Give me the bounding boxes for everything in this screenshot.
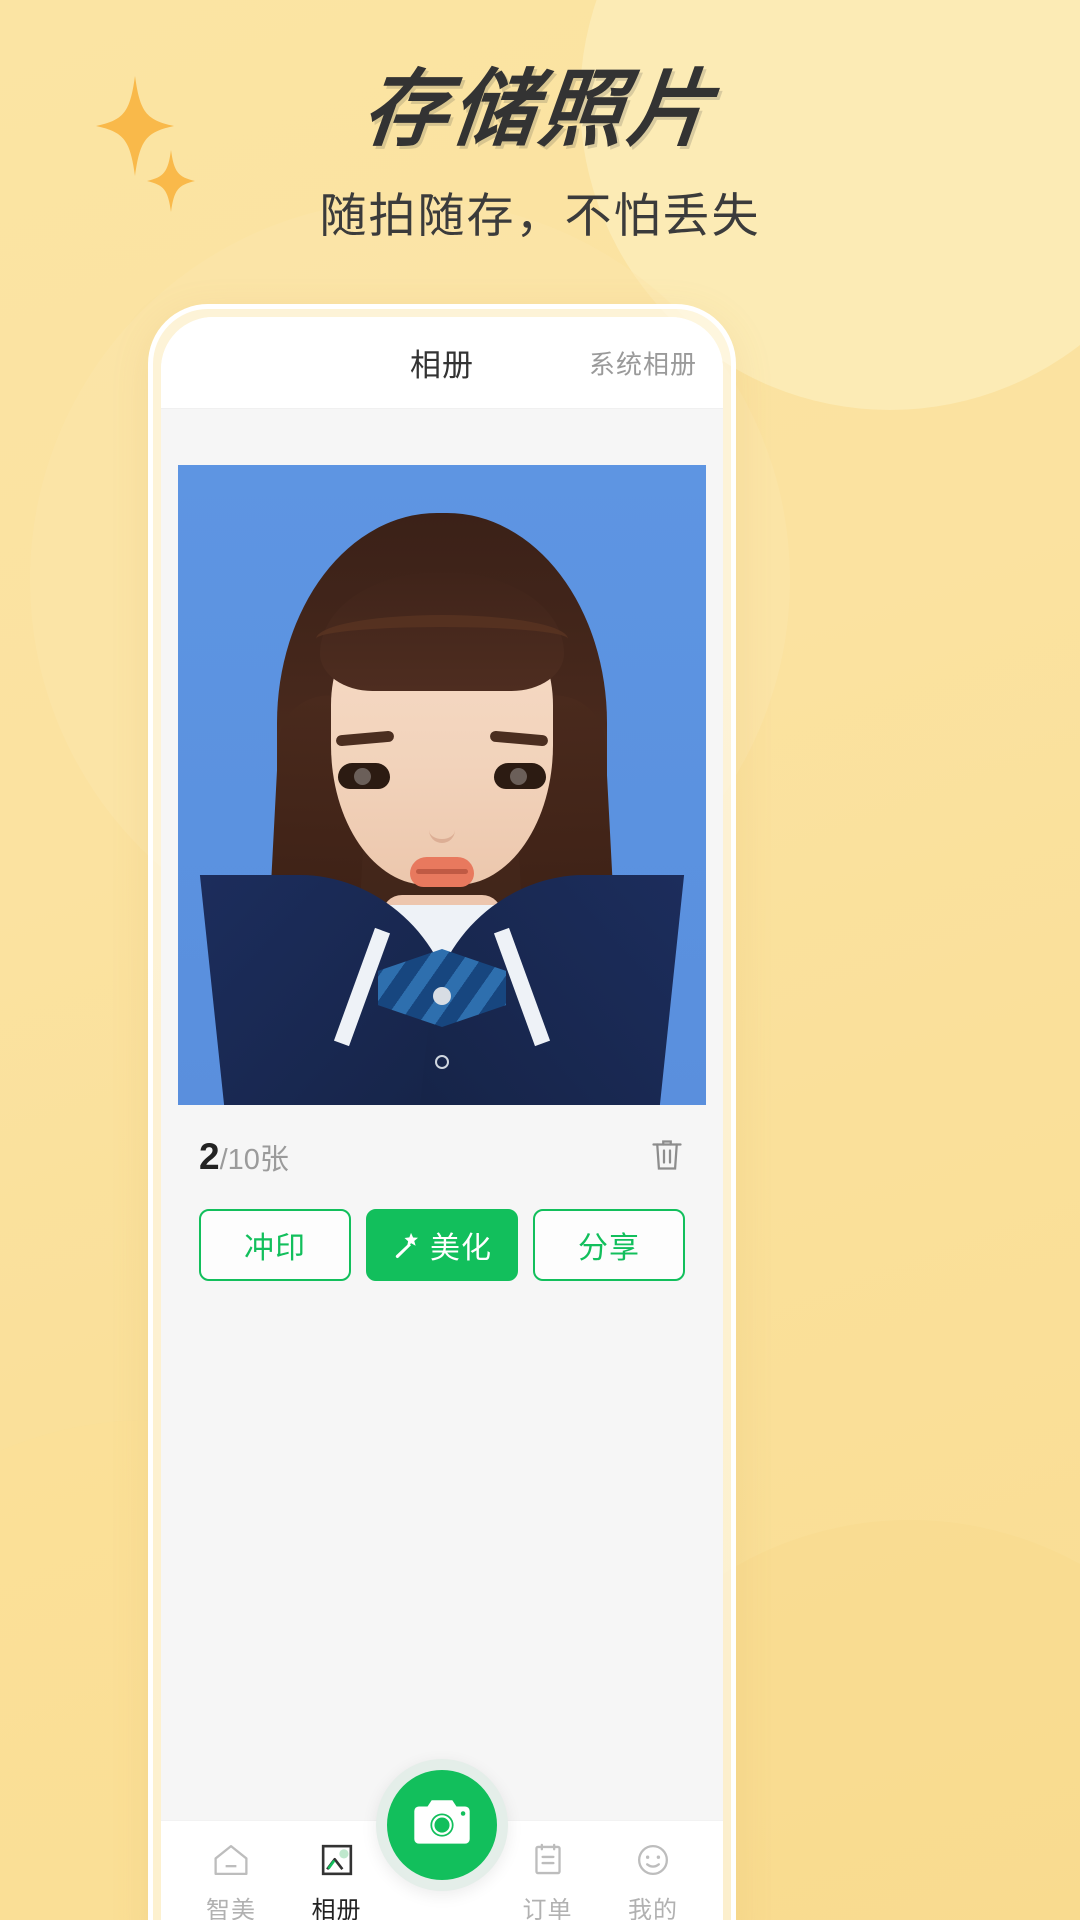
portrait-eye-left (338, 763, 390, 789)
photo-preview-area (163, 461, 721, 1109)
print-button-label: 冲印 (244, 1232, 306, 1265)
tab-mine-label: 我的 (628, 1897, 678, 1920)
beautify-button[interactable]: 美化 (366, 1209, 518, 1281)
share-button[interactable]: 分享 (533, 1209, 685, 1281)
tab-album-label: 相册 (311, 1897, 362, 1920)
system-album-link[interactable]: 系统相册 (589, 344, 697, 381)
magic-wand-icon (392, 1230, 422, 1260)
camera-button[interactable] (376, 1759, 508, 1891)
print-button[interactable]: 冲印 (199, 1209, 351, 1281)
smiley-user-icon (633, 1839, 673, 1881)
id-photo[interactable] (178, 465, 706, 1105)
portrait-tie-knot (433, 987, 451, 1005)
photo-icon (317, 1839, 357, 1881)
page-title: 存储照片 (358, 60, 722, 158)
order-list-icon (528, 1839, 568, 1881)
tab-album[interactable]: 相册 (285, 1839, 389, 1920)
portrait-nose (429, 813, 455, 843)
share-button-label: 分享 (578, 1232, 640, 1265)
trash-icon[interactable] (649, 1135, 685, 1180)
phone-screen: 相册 系统相册 2/10张 冲印 美化 分享 智美 相册 订单 我的 (161, 317, 723, 1920)
tab-zhimei-label: 智美 (206, 1897, 256, 1920)
home-icon (211, 1839, 251, 1881)
app-header: 相册 系统相册 (161, 317, 723, 409)
phone-mockup-frame: 相册 系统相册 2/10张 冲印 美化 分享 智美 相册 订单 我的 (148, 304, 736, 1920)
tab-mine[interactable]: 我的 (601, 1839, 705, 1920)
portrait-eye-right (494, 763, 546, 789)
photo-counter: 2/10张 (199, 1136, 289, 1178)
photo-action-buttons: 冲印 美化 分享 (163, 1205, 721, 1281)
tab-orders-label: 订单 (522, 1897, 573, 1920)
bottom-navigation: 智美 相册 订单 我的 (161, 1759, 723, 1920)
portrait-shirt-button (435, 1055, 449, 1069)
beautify-button-label: 美化 (430, 1232, 492, 1265)
tab-orders[interactable]: 订单 (496, 1839, 600, 1920)
app-header-title: 相册 (410, 348, 474, 383)
promo-headline: 存储照片 随拍随存，不怕丢失 (0, 60, 1080, 244)
camera-icon (411, 1796, 473, 1855)
page-subtitle: 随拍随存，不怕丢失 (319, 189, 761, 243)
photo-counter-row: 2/10张 (163, 1109, 721, 1205)
app-content: 2/10张 冲印 美化 分享 (161, 409, 723, 1820)
photo-counter-total: /10张 (219, 1144, 289, 1176)
portrait-lips (410, 857, 474, 887)
tab-zhimei[interactable]: 智美 (179, 1839, 283, 1920)
content-spacer (161, 1281, 723, 1820)
photo-counter-current: 2 (199, 1136, 220, 1177)
portrait-braid (316, 615, 568, 663)
